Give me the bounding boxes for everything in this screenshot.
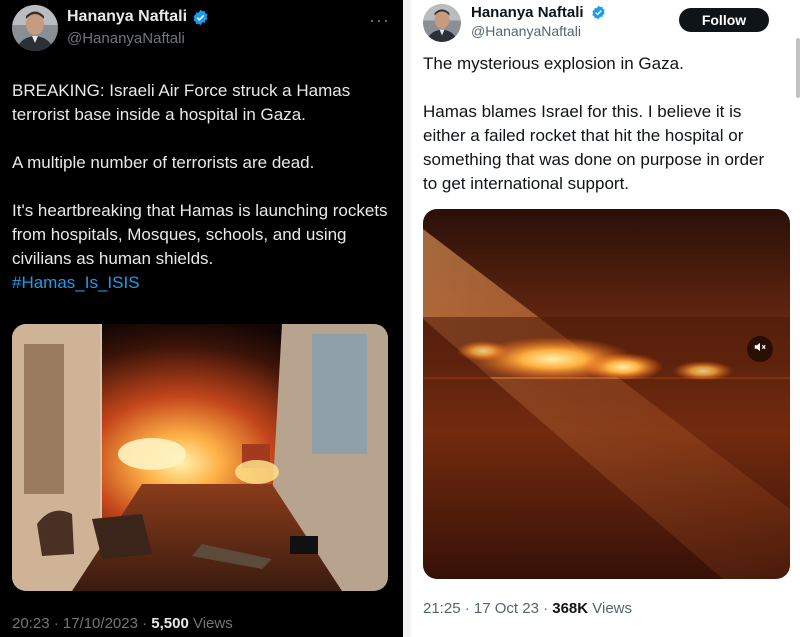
scrollbar[interactable]: [796, 38, 800, 98]
panel-divider: [403, 0, 411, 637]
tweet-meta: 20:23 · 17/10/2023 · 5,500 Views: [12, 615, 233, 632]
tweet-paragraph: The mysterious explosion in Gaza.: [423, 54, 684, 73]
views-label: Views: [588, 600, 633, 617]
verified-badge-icon: [192, 9, 209, 31]
tweet-text: The mysterious explosion in Gaza. Hamas …: [423, 52, 783, 196]
tweet-image[interactable]: [12, 324, 388, 591]
verified-badge-icon: [591, 5, 606, 25]
views-count: 5,500: [151, 615, 189, 632]
avatar[interactable]: [423, 4, 461, 42]
tweet-text: BREAKING: Israeli Air Force struck a Ham…: [12, 79, 397, 295]
author-name[interactable]: Hananya Naftali: [67, 8, 187, 26]
avatar[interactable]: [12, 5, 58, 51]
left-tweet: Hananya Naftali @HananyaNaftali ··· BREA…: [0, 0, 403, 637]
tweet-paragraph-text: It's heartbreaking that Hamas is launchi…: [12, 201, 388, 268]
hashtag-link[interactable]: #Hamas_Is_ISIS: [12, 273, 140, 292]
speaker-muted-icon: [753, 340, 767, 359]
tweet-paragraph: A multiple number of terrorists are dead…: [12, 153, 315, 172]
follow-button[interactable]: Follow: [679, 8, 769, 32]
tweet-paragraph: Hamas blames Israel for this. I believe …: [423, 102, 765, 193]
author-name[interactable]: Hananya Naftali: [471, 4, 584, 21]
tweet-meta: 21:25 · 17 Oct 23 · 368K Views: [423, 600, 632, 617]
tweet-video[interactable]: [423, 209, 790, 579]
more-horizontal-icon: ···: [369, 10, 390, 30]
views-label: Views: [188, 615, 233, 632]
mute-button[interactable]: [747, 336, 773, 362]
timestamp[interactable]: 21:25 · 17 Oct 23 ·: [423, 600, 552, 617]
tweet-paragraph: BREAKING: Israeli Air Force struck a Ham…: [12, 81, 351, 124]
author-handle[interactable]: @HananyaNaftali: [67, 30, 185, 47]
tweet-paragraph: It's heartbreaking that Hamas is launchi…: [12, 199, 397, 295]
right-tweet: Hananya Naftali @HananyaNaftali Follow T…: [411, 0, 800, 637]
views-count: 368K: [552, 600, 589, 617]
more-options-button[interactable]: ···: [369, 10, 390, 31]
author-handle[interactable]: @HananyaNaftali: [471, 23, 581, 39]
timestamp[interactable]: 20:23 · 17/10/2023 ·: [12, 615, 151, 632]
